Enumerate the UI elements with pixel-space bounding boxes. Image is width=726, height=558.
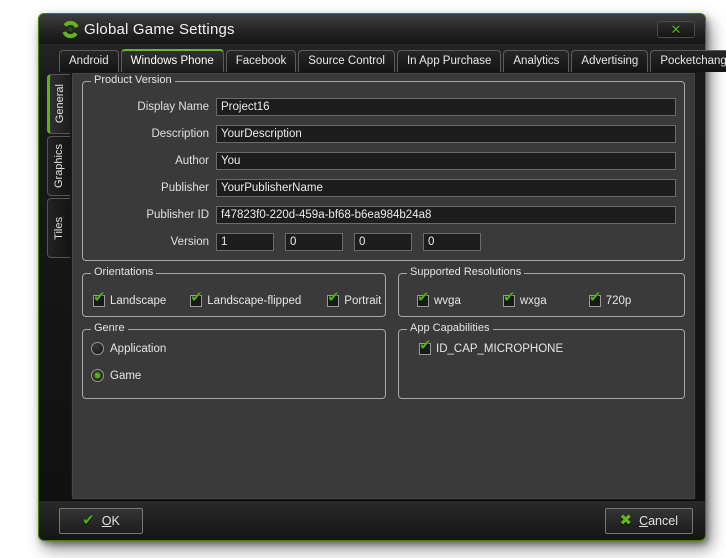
checkbox-box: ✔ <box>417 295 429 307</box>
display-name-row: Display Name <box>91 98 676 116</box>
close-button[interactable]: ✕ <box>657 21 695 38</box>
author-row: Author <box>91 152 676 170</box>
description-label: Description <box>91 128 209 140</box>
version-revision-input[interactable] <box>423 233 481 251</box>
checkbox-id-cap-microphone[interactable]: ✔ ID_CAP_MICROPHONE <box>419 343 563 355</box>
checkbox-box: ✔ <box>419 343 431 355</box>
display-name-label: Display Name <box>91 101 209 113</box>
gamemaker-logo-icon <box>61 20 80 39</box>
check-icon: ✔ <box>93 288 106 306</box>
version-build-input[interactable] <box>354 233 412 251</box>
orientation-resolution-row: Orientations ✔ Landscape ✔ Landscape-fli… <box>82 273 685 317</box>
publisher-label: Publisher <box>91 182 209 194</box>
author-label: Author <box>91 155 209 167</box>
close-icon: ✕ <box>671 22 682 37</box>
group-legend: Genre <box>91 322 128 334</box>
check-icon: ✔ <box>589 288 602 306</box>
tab-pocketchange[interactable]: Pocketchange <box>650 50 726 72</box>
ok-button[interactable]: ✔ OK <box>59 508 143 534</box>
group-legend: App Capabilities <box>407 322 493 334</box>
check-icon: ✔ <box>327 288 340 306</box>
tab-facebook[interactable]: Facebook <box>226 50 297 72</box>
description-row: Description <box>91 125 676 143</box>
side-tab-graphics[interactable]: Graphics <box>47 136 70 196</box>
check-icon: ✔ <box>417 288 430 306</box>
side-tab-tiles[interactable]: Tiles <box>47 198 70 258</box>
group-legend: Orientations <box>91 266 156 278</box>
checkbox-720p[interactable]: ✔ 720p <box>589 295 632 307</box>
tab-windows-phone[interactable]: Windows Phone <box>121 49 224 72</box>
genre-capabilities-row: Genre Application Game App Capabilities … <box>82 329 685 399</box>
checkbox-box: ✔ <box>327 295 339 307</box>
group-legend: Product Version <box>91 74 175 86</box>
checkbox-box: ✔ <box>503 295 515 307</box>
check-icon: ✔ <box>503 288 516 306</box>
bottom-button-bar: ✔ OK ✖ Cancel <box>39 500 705 540</box>
app-capabilities-group: App Capabilities ✔ ID_CAP_MICROPHONE <box>398 329 685 399</box>
checkbox-landscape-flipped[interactable]: ✔ Landscape-flipped <box>190 295 301 307</box>
cancel-x-icon: ✖ <box>620 513 633 528</box>
check-icon: ✔ <box>190 288 203 306</box>
tab-in-app-purchase[interactable]: In App Purchase <box>397 50 501 72</box>
tab-android[interactable]: Android <box>59 50 119 72</box>
side-tab-column: General Graphics Tiles <box>47 72 71 500</box>
version-label: Version <box>91 236 209 248</box>
publisher-id-input[interactable] <box>216 206 676 224</box>
tab-advertising[interactable]: Advertising <box>571 50 648 72</box>
group-legend: Supported Resolutions <box>407 266 524 278</box>
checkbox-portrait[interactable]: ✔ Portrait <box>327 295 381 307</box>
publisher-row: Publisher <box>91 179 676 197</box>
product-version-group: Product Version Display Name Description… <box>82 81 685 261</box>
publisher-id-row: Publisher ID <box>91 206 676 224</box>
checkbox-box: ✔ <box>93 295 105 307</box>
checkbox-wvga[interactable]: ✔ wvga <box>417 295 461 307</box>
ok-check-icon: ✔ <box>82 513 95 528</box>
version-minor-input[interactable] <box>285 233 343 251</box>
display-name-input[interactable] <box>216 98 676 116</box>
title-bar: Global Game Settings ✕ <box>39 14 705 44</box>
version-row: Version <box>91 233 676 251</box>
checkbox-box: ✔ <box>190 295 202 307</box>
side-tab-general[interactable]: General <box>47 74 70 134</box>
tab-source-control[interactable]: Source Control <box>298 50 395 72</box>
radio-circle-selected <box>91 369 104 382</box>
windows-phone-general-panel: Product Version Display Name Description… <box>71 72 696 500</box>
description-input[interactable] <box>216 125 676 143</box>
cancel-button[interactable]: ✖ Cancel <box>605 508 694 534</box>
genre-group: Genre Application Game <box>82 329 386 399</box>
global-game-settings-dialog: Global Game Settings ✕ Android Windows P… <box>38 13 706 541</box>
publisher-input[interactable] <box>216 179 676 197</box>
version-major-input[interactable] <box>216 233 274 251</box>
tab-analytics[interactable]: Analytics <box>503 50 569 72</box>
tab-strip: Android Windows Phone Facebook Source Co… <box>59 47 697 72</box>
radio-application[interactable]: Application <box>91 342 377 355</box>
content-area: General Graphics Tiles Product Version D… <box>47 72 696 500</box>
radio-circle <box>91 342 104 355</box>
orientations-group: Orientations ✔ Landscape ✔ Landscape-fli… <box>82 273 386 317</box>
supported-resolutions-group: Supported Resolutions ✔ wvga ✔ wxga ✔ 72… <box>398 273 685 317</box>
window-title: Global Game Settings <box>84 21 235 38</box>
checkbox-landscape[interactable]: ✔ Landscape <box>93 295 166 307</box>
radio-game[interactable]: Game <box>91 369 377 382</box>
publisher-id-label: Publisher ID <box>91 209 209 221</box>
checkbox-wxga[interactable]: ✔ wxga <box>503 295 547 307</box>
checkbox-box: ✔ <box>589 295 601 307</box>
check-icon: ✔ <box>419 336 432 354</box>
author-input[interactable] <box>216 152 676 170</box>
